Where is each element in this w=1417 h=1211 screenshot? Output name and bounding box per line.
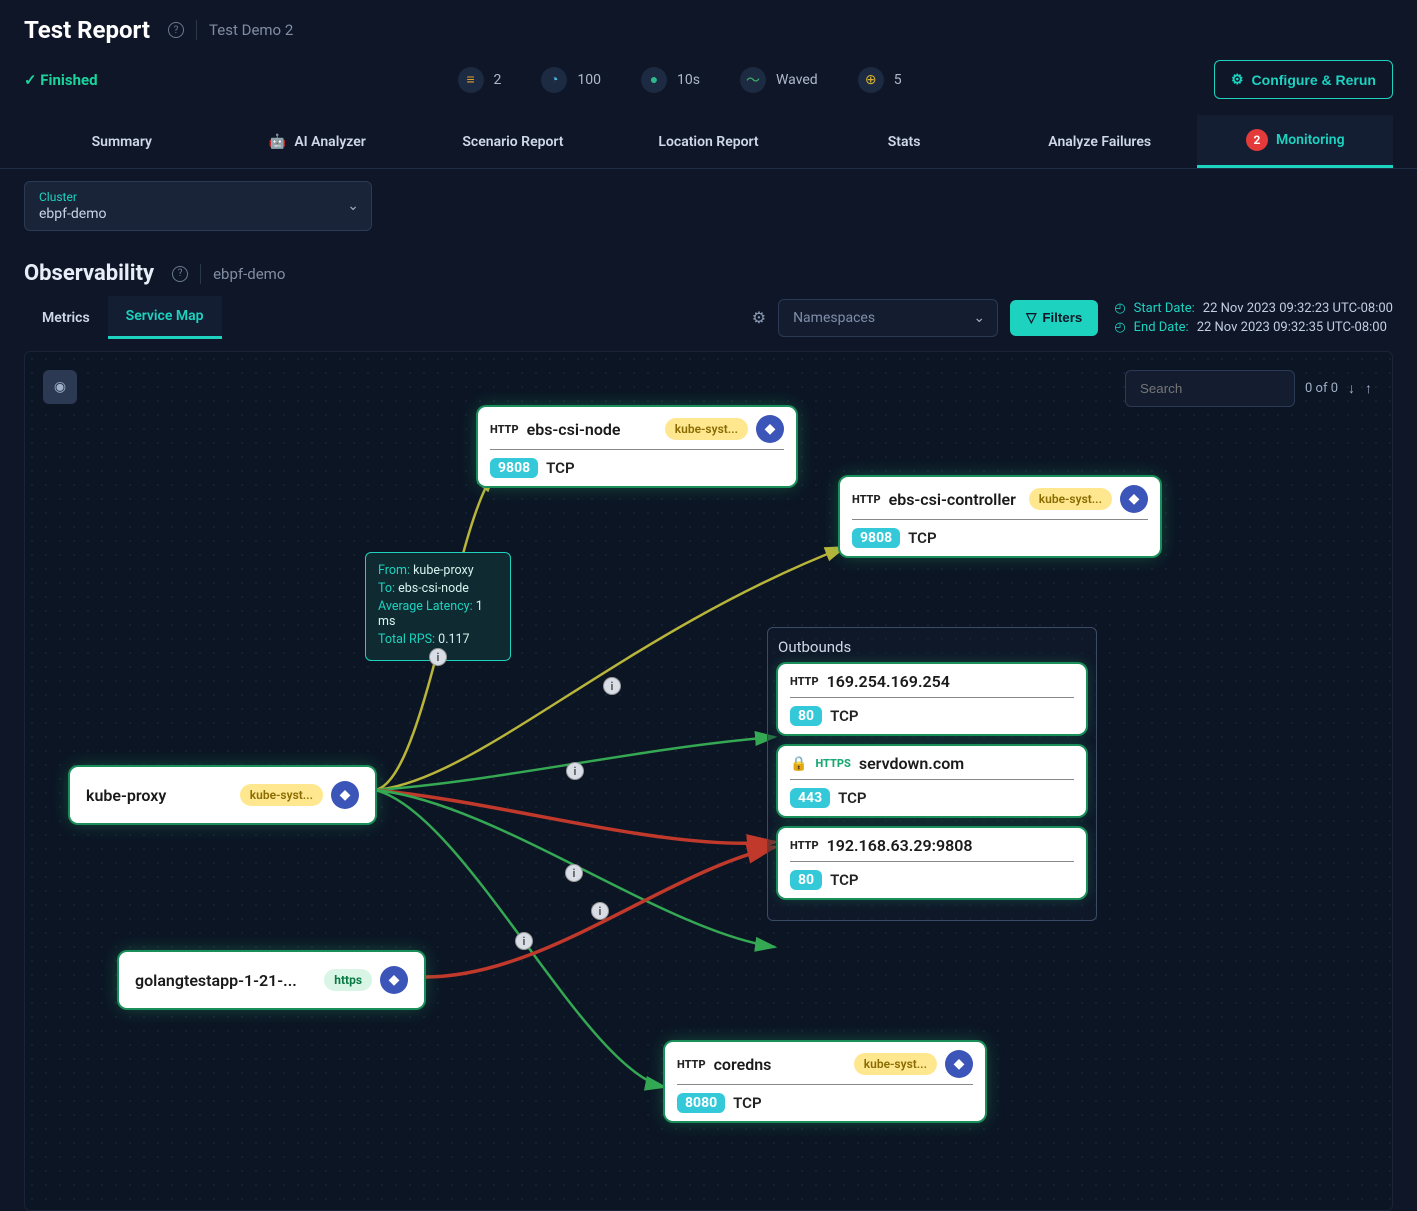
protocol-label: HTTP bbox=[677, 1058, 706, 1071]
service-node-ebs-csi-controller[interactable]: HTTPebs-csi-controller kube-syst... ◆ 98… bbox=[840, 477, 1160, 556]
protocol-label: HTTP bbox=[790, 675, 819, 688]
subtab-metrics[interactable]: Metrics bbox=[24, 298, 108, 338]
tab-scenario-report[interactable]: Scenario Report bbox=[415, 115, 611, 168]
service-icon: ◆ bbox=[331, 781, 359, 809]
subtab-service-map[interactable]: Service Map bbox=[108, 296, 222, 339]
metric-mode: 〜 Waved bbox=[740, 67, 818, 93]
lock-icon: 🔒 bbox=[790, 756, 807, 772]
cluster-select[interactable]: Cluster ebpf-demo ⌄ bbox=[24, 181, 372, 231]
service-node-ebs-csi-node[interactable]: HTTPebs-csi-node kube-syst... ◆ 9808 TCP bbox=[478, 407, 796, 486]
status-finished: Finished bbox=[24, 71, 98, 89]
outbounds-group: Outbounds HTTP169.254.169.254 80TCP 🔒 HTT… bbox=[767, 627, 1097, 921]
edge-info-icon[interactable]: i bbox=[515, 932, 533, 950]
end-date-value: 22 Nov 2023 09:32:35 UTC-08:00 bbox=[1197, 320, 1387, 335]
globe-icon: ⊕ bbox=[858, 67, 884, 93]
cluster-label: Cluster bbox=[39, 190, 357, 204]
port-badge: 80 bbox=[790, 870, 822, 890]
start-date-value: 22 Nov 2023 09:32:23 UTC-08:00 bbox=[1203, 301, 1393, 316]
page-subtitle: Test Demo 2 bbox=[209, 21, 293, 39]
group-title: Outbounds bbox=[778, 638, 1086, 656]
clock-icon: ◴ bbox=[1114, 301, 1125, 316]
search-count: 0 of 0 bbox=[1305, 381, 1338, 396]
clock-icon: ● bbox=[641, 67, 667, 93]
outbound-node-servdown[interactable]: 🔒HTTPSservdown.com 443TCP bbox=[778, 746, 1086, 816]
metric-duration: ● 10s bbox=[641, 67, 700, 93]
port-badge: 8080 bbox=[677, 1093, 725, 1113]
edge-info-icon[interactable]: i bbox=[591, 902, 609, 920]
robot-icon: 🤖 bbox=[269, 134, 286, 150]
end-date-label: End Date: bbox=[1134, 320, 1189, 335]
observability-title: Observability bbox=[24, 261, 154, 286]
service-icon: ◆ bbox=[380, 966, 408, 994]
configure-rerun-button[interactable]: ⚙ Configure & Rerun bbox=[1214, 60, 1393, 99]
tab-location-report[interactable]: Location Report bbox=[611, 115, 807, 168]
tab-ai-analyzer[interactable]: 🤖 AI Analyzer bbox=[220, 115, 416, 168]
namespace-tag: kube-syst... bbox=[240, 784, 323, 806]
divider bbox=[200, 264, 201, 284]
wave-icon: 〜 bbox=[740, 67, 766, 93]
protocol-label: HTTPS bbox=[815, 757, 850, 770]
chevron-down-icon: ⌄ bbox=[347, 198, 359, 214]
help-icon[interactable]: ? bbox=[168, 22, 184, 38]
eye-icon: ◉ bbox=[54, 379, 66, 395]
start-date-label: Start Date: bbox=[1134, 301, 1195, 316]
list-icon: ≡ bbox=[458, 67, 484, 93]
edge-info-icon[interactable]: i bbox=[565, 864, 583, 882]
protocol-label: HTTP bbox=[852, 493, 881, 506]
edge-info-icon[interactable]: i bbox=[429, 648, 447, 666]
sliders-icon: ⚙ bbox=[1231, 71, 1244, 88]
divider bbox=[196, 20, 197, 40]
service-node-kube-proxy[interactable]: kube-proxy kube-syst... ◆ bbox=[70, 767, 375, 823]
edge-info-icon[interactable]: i bbox=[603, 677, 621, 695]
cluster-value: ebpf-demo bbox=[39, 206, 357, 222]
search-prev-icon[interactable]: ↑ bbox=[1365, 380, 1372, 397]
service-node-golang[interactable]: golangtestapp-1-21-... https ◆ bbox=[119, 952, 424, 1008]
visibility-toggle-button[interactable]: ◉ bbox=[43, 370, 77, 404]
port-badge: 9808 bbox=[490, 458, 538, 478]
gear-icon[interactable]: ⚙ bbox=[752, 308, 766, 327]
namespace-tag: kube-syst... bbox=[1029, 488, 1112, 510]
service-icon: ◆ bbox=[945, 1050, 973, 1078]
outbound-node-ip1[interactable]: HTTP169.254.169.254 80TCP bbox=[778, 664, 1086, 734]
search-next-icon[interactable]: ↓ bbox=[1348, 380, 1355, 397]
outbound-node-ip2[interactable]: HTTP192.168.63.29:9808 80TCP bbox=[778, 828, 1086, 898]
service-node-coredns[interactable]: HTTPcoredns kube-syst... ◆ 8080 TCP bbox=[665, 1042, 985, 1121]
tab-summary[interactable]: Summary bbox=[24, 115, 220, 168]
filter-icon: ▽ bbox=[1026, 310, 1036, 326]
search-input[interactable] bbox=[1125, 370, 1295, 407]
service-icon: ◆ bbox=[1120, 485, 1148, 513]
service-map-canvas[interactable]: ◉ 0 of 0 ↓ ↑ From: kube-proxy To: ebs-cs… bbox=[24, 351, 1393, 1211]
tab-monitoring[interactable]: 2 Monitoring bbox=[1197, 115, 1393, 168]
namespaces-select[interactable]: Namespaces ⌄ bbox=[778, 299, 998, 337]
tab-analyze-failures[interactable]: Analyze Failures bbox=[1002, 115, 1198, 168]
https-tag: https bbox=[324, 969, 372, 991]
clock-icon: ◴ bbox=[1114, 320, 1125, 335]
tab-stats[interactable]: Stats bbox=[806, 115, 1002, 168]
metric-tests: ≡ 2 bbox=[458, 67, 502, 93]
service-icon: ◆ bbox=[756, 415, 784, 443]
observability-subtitle: ebpf-demo bbox=[213, 265, 285, 283]
protocol-label: HTTP bbox=[790, 839, 819, 852]
page-title: Test Report bbox=[24, 16, 150, 44]
port-badge: 9808 bbox=[852, 528, 900, 548]
port-badge: 80 bbox=[790, 706, 822, 726]
filters-button[interactable]: ▽ Filters bbox=[1010, 300, 1098, 336]
protocol-label: HTTP bbox=[490, 423, 519, 436]
monitoring-badge: 2 bbox=[1246, 129, 1268, 151]
metric-locations: ⊕ 5 bbox=[858, 67, 902, 93]
metric-iterations: ◔ 100 bbox=[541, 67, 601, 93]
edge-tooltip: From: kube-proxy To: ebs-csi-node Averag… bbox=[365, 552, 511, 661]
chevron-down-icon: ⌄ bbox=[973, 310, 985, 326]
edge-info-icon[interactable]: i bbox=[566, 762, 584, 780]
port-badge: 443 bbox=[790, 788, 830, 808]
timer-icon: ◔ bbox=[541, 67, 567, 93]
namespace-tag: kube-syst... bbox=[854, 1053, 937, 1075]
namespace-tag: kube-syst... bbox=[665, 418, 748, 440]
help-icon[interactable]: ? bbox=[172, 266, 188, 282]
